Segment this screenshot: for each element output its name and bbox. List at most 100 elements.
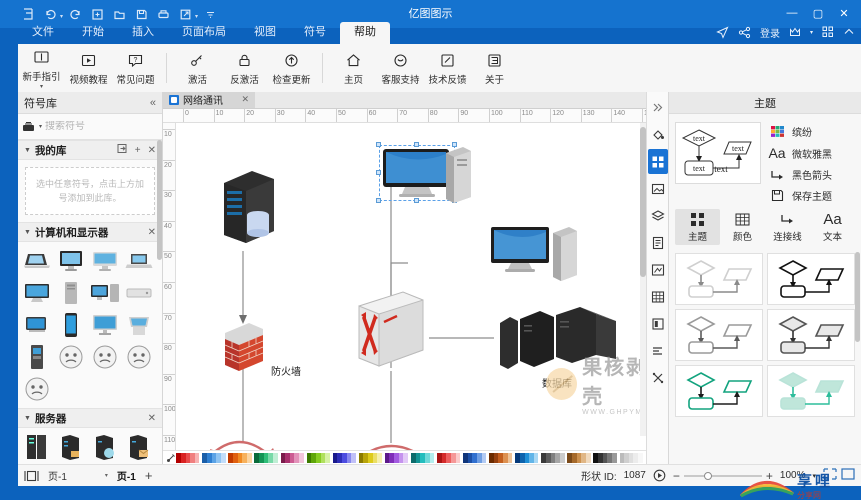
- symbol-tower-pc[interactable]: [54, 277, 88, 309]
- tab-color[interactable]: 颜色: [720, 209, 765, 245]
- ribbon-button-deactivate[interactable]: 反激活: [221, 45, 268, 91]
- collapse-panel-icon[interactable]: «: [150, 97, 156, 109]
- symbol-face-neutral-3[interactable]: [122, 341, 156, 373]
- close-icon[interactable]: ✕: [148, 145, 156, 156]
- add-icon[interactable]: +: [135, 145, 141, 156]
- crown-caret-icon[interactable]: ▾: [810, 29, 813, 36]
- symbol-panel-scrollbar[interactable]: [157, 140, 162, 260]
- menu-item-symbol[interactable]: 符号: [290, 22, 340, 44]
- menu-item-home[interactable]: 开始: [68, 22, 118, 44]
- open-library-icon[interactable]: [117, 143, 128, 157]
- distribute-icon[interactable]: [648, 365, 668, 390]
- search-input[interactable]: [45, 121, 163, 132]
- close-icon[interactable]: ✕: [241, 94, 249, 105]
- share-send-icon[interactable]: [716, 26, 729, 39]
- theme-thumb-filled-gray[interactable]: [767, 309, 855, 361]
- symbol-face-neutral-4[interactable]: [20, 373, 54, 405]
- presentation-icon[interactable]: [823, 468, 837, 483]
- selection-handle-nw[interactable]: [376, 142, 381, 147]
- fill-bucket-icon[interactable]: [648, 122, 668, 147]
- tower-pc-node[interactable]: [441, 145, 475, 210]
- crown-icon[interactable]: [789, 26, 801, 38]
- theme-preview[interactable]: text text text text: [675, 122, 761, 184]
- router-switch-node[interactable]: [351, 288, 431, 377]
- shape-data-icon[interactable]: [648, 311, 668, 336]
- theme-option-colorful[interactable]: 缤纷: [769, 124, 855, 139]
- zoom-out-button[interactable]: −: [673, 471, 680, 481]
- section-header-my-library[interactable]: ▼ 我的库 + ✕: [18, 140, 162, 160]
- zoom-caret-icon[interactable]: ▾: [812, 472, 816, 480]
- symbol-imac-desktop[interactable]: [20, 277, 54, 309]
- theme-option-font[interactable]: Aa 微软雅黑: [769, 145, 855, 161]
- table-icon[interactable]: [648, 284, 668, 309]
- symbol-server-file[interactable]: [54, 431, 88, 463]
- ribbon-button-faq[interactable]: ? 常见问题: [112, 45, 159, 91]
- symbol-desktop-monitor-pc[interactable]: [88, 277, 122, 309]
- theme-thumb-thin-gray[interactable]: [675, 309, 763, 361]
- ribbon-button-video-tutorial[interactable]: 视频教程: [65, 45, 112, 91]
- beginner-guide-caret-icon[interactable]: ▾: [40, 85, 43, 89]
- close-icon[interactable]: ✕: [148, 413, 156, 424]
- section-header-computers[interactable]: ▼ 计算机和显示器 ✕: [18, 222, 162, 242]
- theme-thumb-bold-black[interactable]: [767, 253, 855, 305]
- zoom-thumb[interactable]: [704, 472, 712, 480]
- page-tab-1[interactable]: 页-1: [117, 468, 136, 483]
- symbol-laptop-silver[interactable]: [122, 245, 156, 277]
- menu-item-page-layout[interactable]: 页面布局: [168, 22, 240, 44]
- eyedropper-icon[interactable]: [165, 452, 176, 464]
- fit-page-icon[interactable]: [653, 469, 666, 482]
- fullscreen-icon[interactable]: [841, 468, 855, 483]
- ribbon-button-activate[interactable]: 激活: [174, 45, 221, 91]
- theme-thumb-light-gray[interactable]: [675, 253, 763, 305]
- selection-handle-sw[interactable]: [376, 198, 381, 203]
- library-icon[interactable]: [22, 121, 36, 133]
- symbol-server-slim[interactable]: [122, 277, 156, 309]
- image-icon[interactable]: [648, 176, 668, 201]
- database-rack-node[interactable]: [496, 305, 620, 378]
- add-page-button[interactable]: +: [145, 471, 153, 481]
- document-tab-network[interactable]: 网络通讯 ✕: [163, 92, 255, 108]
- collapse-ribbon-icon[interactable]: [843, 26, 855, 38]
- menu-item-view[interactable]: 视图: [240, 22, 290, 44]
- workstation-node[interactable]: [489, 223, 581, 294]
- page-selector[interactable]: 页-1 ▾: [48, 468, 108, 483]
- zoom-slider[interactable]: − +: [673, 471, 773, 481]
- firewall-node[interactable]: [219, 319, 267, 378]
- symbol-tablet-stand[interactable]: [20, 309, 54, 341]
- zoom-value[interactable]: 100%: [780, 470, 806, 481]
- library-caret-icon[interactable]: ▾: [39, 123, 42, 130]
- menu-item-help[interactable]: 帮助: [340, 22, 390, 44]
- theme-option-connector[interactable]: 黑色箭头: [769, 167, 855, 182]
- theme-panel-scrollbar[interactable]: [855, 252, 860, 342]
- selection-handle-w[interactable]: [376, 170, 381, 175]
- symbol-server-cloud[interactable]: [88, 431, 122, 463]
- symbol-imac-display[interactable]: [88, 245, 122, 277]
- symbol-flat-monitor[interactable]: [88, 309, 122, 341]
- theme-grid-icon[interactable]: [648, 149, 668, 174]
- symbol-face-neutral-1[interactable]: [54, 341, 88, 373]
- theme-option-save[interactable]: 保存主题: [769, 188, 855, 203]
- symbol-server-rack-open[interactable]: [20, 431, 54, 463]
- menu-item-insert[interactable]: 插入: [118, 22, 168, 44]
- share-icon[interactable]: [738, 26, 751, 39]
- ribbon-button-homepage[interactable]: 主页: [330, 45, 377, 91]
- server-tower-node[interactable]: [216, 163, 282, 256]
- page-view-icon[interactable]: [24, 470, 39, 482]
- align-icon[interactable]: [648, 338, 668, 363]
- ribbon-button-about[interactable]: 关于: [471, 45, 518, 91]
- symbol-sections-scroll[interactable]: ▼ 我的库 + ✕ 选中任意符号，点击上方加号添加到此库。 ▼ 计算机和显示器 …: [18, 140, 162, 464]
- symbol-atm-kiosk[interactable]: [20, 341, 54, 373]
- document-properties-icon[interactable]: [648, 230, 668, 255]
- theme-thumb-teal-outline[interactable]: [675, 365, 763, 417]
- layers-icon[interactable]: [648, 203, 668, 228]
- menu-item-file[interactable]: 文件: [18, 22, 68, 44]
- selection-handle-n[interactable]: [414, 142, 419, 147]
- section-header-servers[interactable]: ▼ 服务器 ✕: [18, 408, 162, 428]
- symbol-face-neutral-2[interactable]: [88, 341, 122, 373]
- zoom-in-button[interactable]: +: [766, 471, 773, 481]
- ribbon-button-beginner-guide[interactable]: 新手指引 ▾: [18, 45, 65, 91]
- tab-text[interactable]: Aa 文本: [810, 209, 855, 245]
- symbol-smartphone[interactable]: [54, 309, 88, 341]
- apps-grid-icon[interactable]: [822, 26, 834, 38]
- symbol-monitor-crt[interactable]: [54, 245, 88, 277]
